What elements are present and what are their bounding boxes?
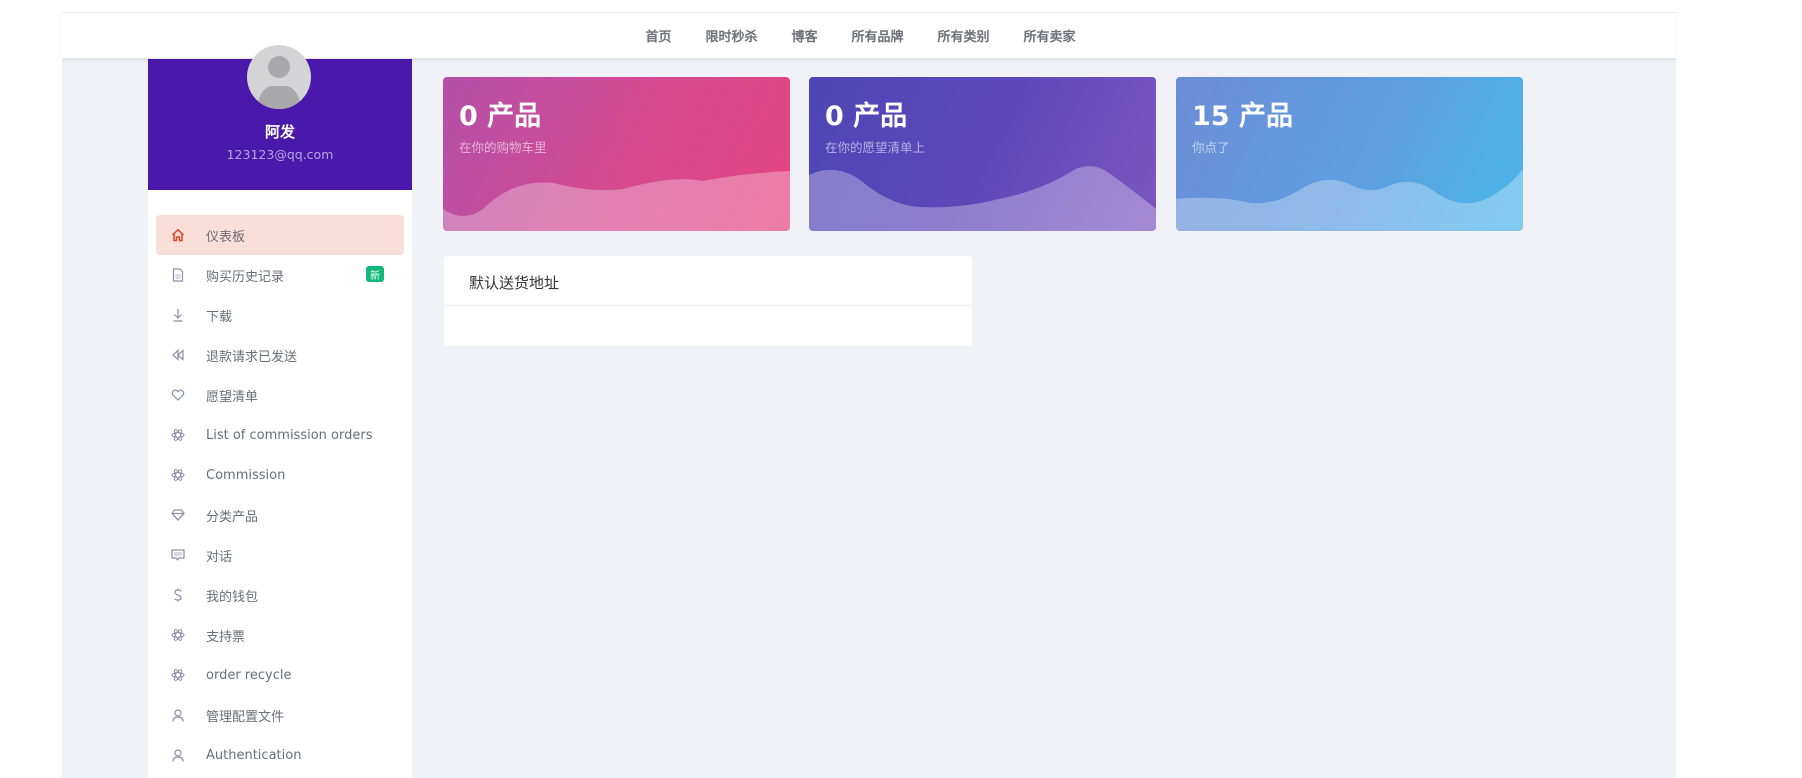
sidebar-item-commission[interactable]: Commission — [156, 455, 404, 495]
sidebar-item-order-recycle[interactable]: order recycle — [156, 655, 404, 695]
sidebar-item-wallet[interactable]: 我的钱包 — [156, 575, 404, 615]
sidebar-item-label: 我的钱包 — [206, 589, 259, 605]
heart-icon — [170, 387, 186, 403]
user-silhouette-icon — [257, 56, 301, 109]
sidebar-item-label: 管理配置文件 — [206, 709, 285, 725]
sidebar-item-label: List of commission orders — [206, 427, 373, 443]
orders-stat-card: 15 产品 你点了 — [1176, 77, 1523, 231]
nav-all-brands[interactable]: 所有品牌 — [852, 26, 904, 45]
sidebar-item-commission-orders[interactable]: List of commission orders — [156, 415, 404, 455]
cart-label: 在你的购物车里 — [459, 140, 547, 155]
orders-label: 你点了 — [1192, 140, 1230, 155]
diamond-icon — [170, 507, 186, 523]
user-icon — [170, 707, 186, 723]
new-badge: 新 — [366, 266, 384, 282]
sidebar-item-label: order recycle — [206, 667, 292, 683]
nav-home[interactable]: 首页 — [645, 26, 671, 45]
nav-all-sellers[interactable]: 所有卖家 — [1024, 26, 1076, 45]
sidebar-item-label: 退款请求已发送 — [206, 349, 298, 365]
cart-stat-card: 0 产品 在你的购物车里 — [443, 77, 790, 231]
sidebar-item-conversations[interactable]: 对话 — [156, 535, 404, 575]
address-title: 默认送货地址 — [469, 274, 560, 292]
sidebar-item-label: 下载 — [206, 309, 233, 325]
atom-icon — [170, 667, 186, 683]
wave-decoration — [809, 166, 1156, 231]
download-icon — [170, 307, 186, 323]
sidebar-item-label: 仪表板 — [206, 229, 246, 245]
profile-email: 123123@qq.com — [226, 147, 334, 162]
cart-count: 0 产品 — [459, 101, 542, 132]
rewind-icon — [170, 347, 186, 363]
user-icon — [170, 747, 186, 763]
wishlist-label: 在你的愿望清单上 — [825, 140, 926, 155]
sidebar-item-label: 愿望清单 — [206, 389, 259, 405]
sidebar-item-label: Commission — [206, 467, 286, 483]
default-address-card: 默认送货地址 — [444, 256, 972, 346]
sidebar-item-refund-requests[interactable]: 退款请求已发送 — [156, 335, 404, 375]
wishlist-stat-card: 0 产品 在你的愿望清单上 — [809, 77, 1156, 231]
atom-icon — [170, 467, 186, 483]
wave-decoration — [443, 171, 790, 231]
sidebar-item-classified-products[interactable]: 分类产品 — [156, 495, 404, 535]
sidebar-menu: 仪表板 购买历史记录 新 下载 退款请求已发送 愿望清单 List of com… — [156, 215, 404, 775]
header-nav-bar: 首页 限时秒杀 博客 所有品牌 所有类别 所有卖家 — [62, 13, 1676, 59]
sidebar-item-authentication[interactable]: Authentication — [156, 735, 404, 775]
orders-count: 15 产品 — [1192, 101, 1293, 132]
nav-all-categories[interactable]: 所有类别 — [938, 26, 990, 45]
sidebar-item-label: 对话 — [206, 549, 233, 565]
main-nav: 首页 限时秒杀 博客 所有品牌 所有类别 所有卖家 — [62, 13, 1676, 58]
profile-panel: 阿发 123123@qq.com — [148, 45, 412, 190]
home-icon — [170, 227, 186, 243]
sidebar-item-dashboard[interactable]: 仪表板 — [156, 215, 404, 255]
top-strip — [62, 0, 1676, 13]
atom-icon — [170, 427, 186, 443]
nav-blog[interactable]: 博客 — [791, 26, 817, 45]
profile-name: 阿发 — [264, 123, 295, 141]
sidebar-item-label: 分类产品 — [206, 509, 259, 525]
sidebar-item-purchase-history[interactable]: 购买历史记录 新 — [156, 255, 404, 295]
avatar — [247, 45, 311, 109]
sidebar-item-label: 购买历史记录 — [206, 269, 285, 285]
wishlist-count: 0 产品 — [825, 101, 908, 132]
divider — [444, 305, 972, 306]
sidebar-item-manage-profile[interactable]: 管理配置文件 — [156, 695, 404, 735]
nav-flash-sale[interactable]: 限时秒杀 — [705, 26, 757, 45]
sidebar-item-wishlist[interactable]: 愿望清单 — [156, 375, 404, 415]
chat-icon — [170, 547, 186, 563]
sidebar-item-label: Authentication — [206, 747, 302, 763]
wave-decoration — [1176, 169, 1523, 231]
sidebar: 阿发 123123@qq.com 仪表板 购买历史记录 新 下载 退款请求已发送… — [148, 45, 412, 778]
file-icon — [170, 267, 186, 283]
sidebar-item-downloads[interactable]: 下载 — [156, 295, 404, 335]
sidebar-item-label: 支持票 — [206, 629, 246, 645]
sidebar-item-support-tickets[interactable]: 支持票 — [156, 615, 404, 655]
dollar-icon — [170, 587, 186, 603]
atom-icon — [170, 627, 186, 643]
page-container: 首页 限时秒杀 博客 所有品牌 所有类别 所有卖家 阿发 123123@qq.c… — [62, 0, 1676, 778]
